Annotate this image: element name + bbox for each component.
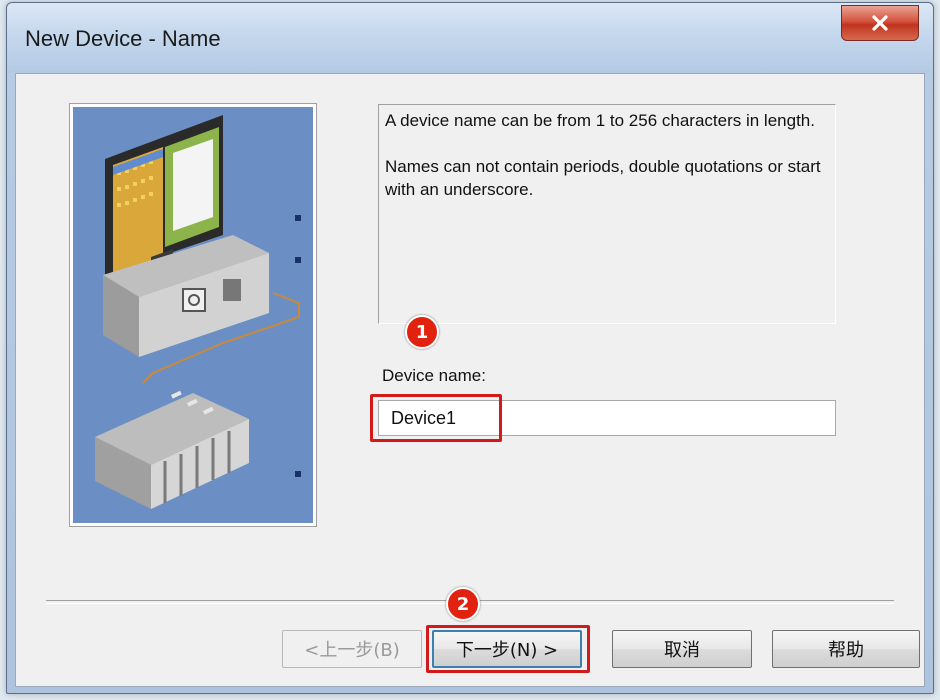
description-length: A device name can be from 1 to 256 chara… [385,111,815,130]
device-illustration [69,103,317,527]
close-button[interactable] [841,5,919,41]
dialog-body: A device name can be from 1 to 256 chara… [15,73,925,687]
dialog-window: New Device - Name A device name can be f… [6,2,934,694]
next-button-highlight [426,625,590,673]
help-button[interactable]: 帮助 [772,630,920,668]
step-marker-1: 1 [405,315,439,349]
back-button[interactable]: <上一步(B) [282,630,422,668]
cancel-button[interactable]: 取消 [612,630,752,668]
close-icon [872,15,888,31]
description-box: A device name can be from 1 to 256 chara… [378,104,836,324]
input-highlight [370,394,502,442]
title-bar[interactable]: New Device - Name [7,3,933,73]
device-name-label: Device name: [382,366,486,385]
window-title: New Device - Name [25,26,221,51]
step-marker-2: 2 [446,587,480,621]
description-rules: Names can not contain periods, double qu… [385,157,821,199]
